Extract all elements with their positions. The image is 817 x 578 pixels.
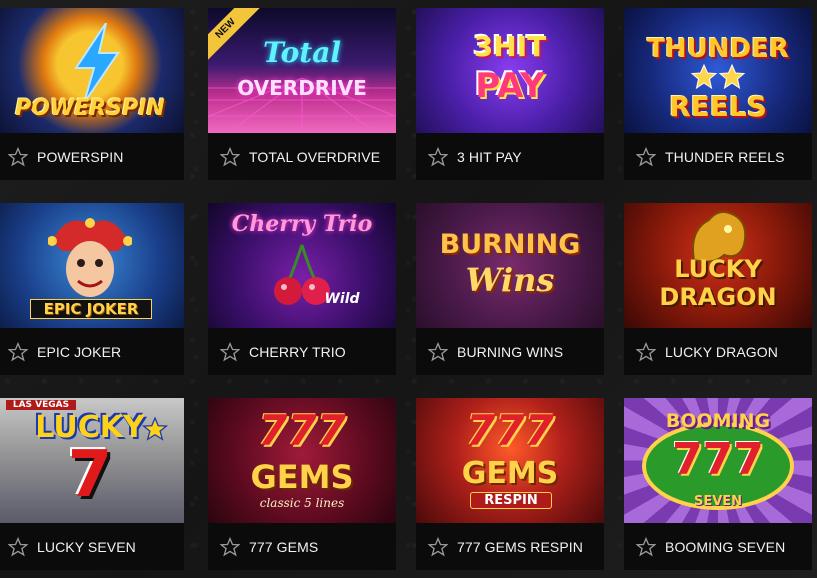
game-label-bar: TOTAL OVERDRIVE (208, 133, 396, 180)
game-logo: LUCKY (674, 255, 762, 283)
game-thumbnail[interactable]: THUNDER REELS (624, 8, 812, 133)
game-logo: 777 (258, 406, 346, 455)
game-thumbnail[interactable]: 777 GEMS RESPIN (416, 398, 604, 523)
game-logo-line2: GEMS (250, 458, 354, 496)
game-sublabel: LAS VEGAS (6, 400, 76, 410)
game-logo-line2: 777 (672, 434, 764, 485)
game-logo-line2: 7 (67, 438, 113, 512)
game-sublabel: classic 5 lines (259, 496, 345, 510)
game-thumbnail[interactable]: BOOMING 777 SEVEN (624, 398, 812, 523)
game-title[interactable]: POWERSPIN (37, 149, 123, 165)
game-logo: Cherry Trio (231, 211, 373, 237)
game-thumbnail[interactable]: BURNING Wins (416, 203, 604, 328)
game-title[interactable]: LUCKY DRAGON (665, 344, 778, 360)
star-outline-icon[interactable] (428, 146, 448, 167)
game-label-bar: EPIC JOKER (0, 328, 184, 375)
star-outline-icon[interactable] (8, 536, 28, 557)
star-outline-icon[interactable] (8, 146, 28, 167)
star-outline-icon[interactable] (8, 341, 28, 362)
game-thumbnail[interactable]: EPIC JOKER (0, 203, 184, 328)
game-card-3-hit-pay[interactable]: 3HIT PAY 3 HIT PAY (416, 8, 604, 180)
game-card-epic-joker[interactable]: EPIC JOKER EPIC JOKER (0, 203, 184, 375)
game-card-total-overdrive[interactable]: NEW Total OVERDRIVE TOTAL OVERDRIVE (208, 8, 396, 180)
game-label-bar: POWERSPIN (0, 133, 184, 180)
star-outline-icon[interactable] (428, 341, 448, 362)
game-logo-line2: PAY (475, 66, 545, 106)
game-label-bar: THUNDER REELS (624, 133, 812, 180)
game-label-bar: BOOMING SEVEN (624, 523, 812, 570)
game-card-cherry-trio[interactable]: Cherry Trio Wild CHERRY TRIO (208, 203, 396, 375)
game-label-bar: BURNING WINS (416, 328, 604, 375)
game-card-lucky-dragon[interactable]: LUCKY DRAGON LUCKY DRAGON (624, 203, 812, 375)
game-title[interactable]: THUNDER REELS (665, 149, 785, 165)
game-title[interactable]: 777 GEMS (249, 539, 318, 555)
game-card-777-gems[interactable]: 777 GEMS classic 5 lines 777 GEMS (208, 398, 396, 570)
game-label-bar: 3 HIT PAY (416, 133, 604, 180)
game-thumbnail[interactable]: 3HIT PAY (416, 8, 604, 133)
game-card-777-gems-respin[interactable]: 777 GEMS RESPIN 777 GEMS RESPIN (416, 398, 604, 570)
game-card-burning-wins[interactable]: BURNING Wins BURNING WINS (416, 203, 604, 375)
game-label-bar: CHERRY TRIO (208, 328, 396, 375)
game-logo: THUNDER (647, 34, 789, 64)
game-card-thunder-reels[interactable]: THUNDER REELS THUNDER REELS (624, 8, 812, 180)
game-grid: POWERSPIN POWERSPIN NEW Total OVERDRIVE … (0, 0, 817, 578)
game-thumbnail[interactable]: POWERSPIN (0, 8, 184, 133)
star-outline-icon[interactable] (428, 536, 448, 557)
game-logo: 3HIT (473, 30, 547, 63)
game-logo-line2: REELS (669, 90, 767, 123)
game-title[interactable]: 3 HIT PAY (457, 149, 522, 165)
star-outline-icon[interactable] (636, 341, 656, 362)
game-label-bar: LUCKY DRAGON (624, 328, 812, 375)
game-sublabel: RESPIN (470, 492, 552, 509)
lightning-icon (74, 23, 120, 103)
star-outline-icon[interactable] (220, 146, 240, 167)
game-label-bar: 777 GEMS RESPIN (416, 523, 604, 570)
game-card-powerspin[interactable]: POWERSPIN POWERSPIN (0, 8, 184, 180)
game-logo-line2: DRAGON (659, 283, 777, 311)
game-thumbnail[interactable]: 777 GEMS classic 5 lines (208, 398, 396, 523)
game-logo-line2: Wild (324, 291, 360, 307)
game-logo: BOOMING (665, 410, 771, 432)
game-logo: EPIC JOKER (30, 299, 152, 319)
game-label-bar: LUCKY SEVEN (0, 523, 184, 570)
game-logo: POWERSPIN (15, 96, 165, 121)
game-card-booming-seven[interactable]: BOOMING 777 SEVEN BOOMING SEVEN (624, 398, 812, 570)
game-logo-line2: GEMS (461, 456, 559, 491)
game-title[interactable]: BOOMING SEVEN (665, 539, 785, 555)
game-logo: 777 (466, 406, 554, 455)
game-thumbnail[interactable]: Cherry Trio Wild (208, 203, 396, 328)
game-thumbnail[interactable]: NEW Total OVERDRIVE (208, 8, 396, 133)
joker-face-icon (48, 218, 132, 297)
game-logo-line2: Wins (465, 261, 555, 299)
game-label-bar: 777 GEMS (208, 523, 396, 570)
game-title[interactable]: EPIC JOKER (37, 344, 121, 360)
game-title[interactable]: LUCKY SEVEN (37, 539, 136, 555)
star-outline-icon[interactable] (220, 341, 240, 362)
star-outline-icon[interactable] (636, 536, 656, 557)
twin-stars-icon (690, 64, 746, 90)
game-sublabel: SEVEN (693, 494, 743, 509)
game-title[interactable]: BURNING WINS (457, 344, 563, 360)
game-thumbnail[interactable]: LAS VEGAS LUCKY 7 (0, 398, 184, 523)
game-card-lucky-seven[interactable]: LAS VEGAS LUCKY 7 LUCKY SEVEN (0, 398, 184, 570)
star-outline-icon[interactable] (636, 146, 656, 167)
game-title[interactable]: TOTAL OVERDRIVE (249, 149, 380, 165)
game-title[interactable]: CHERRY TRIO (249, 344, 346, 360)
game-thumbnail[interactable]: LUCKY DRAGON (624, 203, 812, 328)
game-logo: BURNING (439, 229, 581, 260)
game-logo-line2: OVERDRIVE (237, 76, 367, 100)
star-decor-icon (142, 416, 168, 441)
game-logo: Total (262, 36, 341, 69)
star-outline-icon[interactable] (220, 536, 240, 557)
game-title[interactable]: 777 GEMS RESPIN (457, 539, 583, 555)
